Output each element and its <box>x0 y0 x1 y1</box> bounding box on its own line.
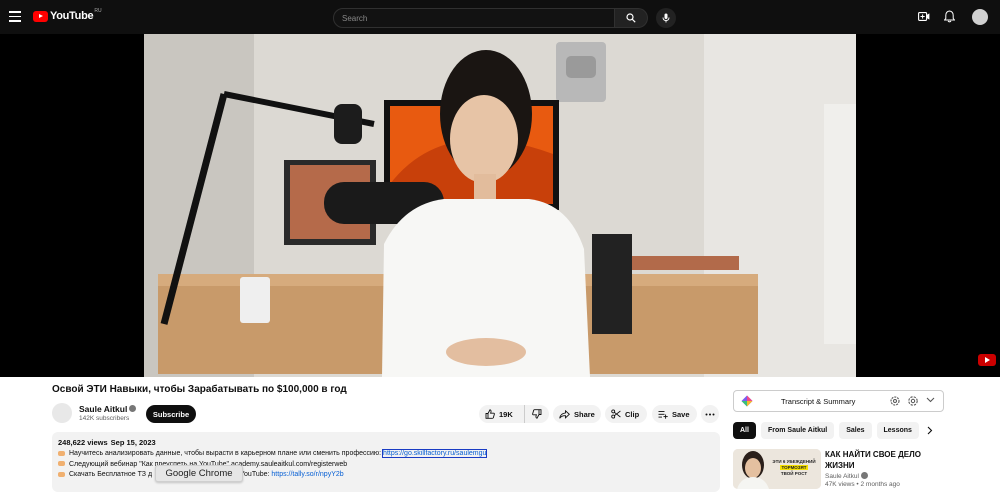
share-button[interactable]: Share <box>553 405 601 423</box>
google-chrome-tooltip: Google Chrome <box>155 465 243 482</box>
video-player[interactable] <box>0 34 1000 377</box>
pointing-hand-emoji-icon <box>58 471 65 477</box>
video-title: Освой ЭТИ Навыки, чтобы Зарабатывать по … <box>52 384 347 395</box>
video-frame[interactable] <box>144 34 856 377</box>
thumbnail-caption: ЭТИ 6 УБЕЖДЕНИЙ ТОРМОЗЯТ ТВОЙ РОСТ <box>771 459 817 477</box>
pointing-hand-emoji-icon <box>58 450 65 456</box>
pointing-hand-emoji-icon <box>58 461 65 467</box>
more-actions-button[interactable] <box>701 405 719 423</box>
microphone-icon <box>662 13 670 23</box>
recommended-channel-name[interactable]: Saule Aitkul <box>825 473 859 480</box>
chip-sales[interactable]: Sales <box>839 422 872 439</box>
thumbnail-caption-highlight: ТОРМОЗЯТ <box>780 465 808 470</box>
verified-badge-icon <box>129 405 137 413</box>
like-count: 19K <box>499 409 513 419</box>
dislike-button[interactable] <box>525 405 549 423</box>
like-button[interactable]: 19K <box>479 405 525 423</box>
skillfactory-link[interactable]: https://go.skillfactory.ru/saulemgu <box>382 449 488 458</box>
description-line3-text-b: YouTube: <box>238 471 272 478</box>
clip-label: Clip <box>625 409 640 419</box>
video-scene-image <box>144 34 856 377</box>
hamburger-menu-icon[interactable] <box>9 11 21 23</box>
view-count: 248,622 views <box>58 438 108 447</box>
description-line1-text: Научитесь анализировать данные, чтобы вы… <box>69 450 384 457</box>
search-input[interactable] <box>333 8 615 28</box>
share-arrow-icon <box>559 409 570 419</box>
tally-link[interactable]: https://tally.so/r/npyY2b <box>271 471 343 478</box>
channel-avatar[interactable] <box>52 403 72 423</box>
save-button[interactable]: Save <box>652 405 697 423</box>
share-label: Share <box>574 409 595 419</box>
recommended-video-thumbnail[interactable]: ЭТИ 6 УБЕЖДЕНИЙ ТОРМОЗЯТ ТВОЙ РОСТ <box>733 449 821 489</box>
voice-search-button[interactable] <box>656 8 676 28</box>
youtube-watermark-icon <box>978 354 996 366</box>
scissors-icon <box>611 409 621 419</box>
upload-date: Sep 15, 2023 <box>110 438 156 447</box>
thumbs-down-icon <box>532 409 542 419</box>
recommended-video-channel[interactable]: Saule Aitkul <box>825 472 868 480</box>
region-label: RU <box>94 8 102 14</box>
recommended-video-meta: 47K views • 2 months ago <box>825 481 900 488</box>
more-horizontal-icon <box>705 413 715 415</box>
channel-name[interactable]: Saule Aitkul <box>79 404 137 414</box>
youtube-logo[interactable]: YouTube RU <box>33 8 102 22</box>
ai-settings-icon[interactable] <box>889 395 901 407</box>
extension-logo-icon <box>741 395 753 407</box>
top-bar: YouTube RU <box>0 0 1000 34</box>
channel-name-text[interactable]: Saule Aitkul <box>79 404 127 414</box>
subscribe-button[interactable]: Subscribe <box>146 405 196 423</box>
logo-text: YouTube <box>50 10 94 22</box>
thumbnail-caption-line: ТВОЙ РОСТ <box>780 471 808 476</box>
search-bar <box>333 8 648 28</box>
transcript-summary-label: Transcript & Summary <box>781 396 856 406</box>
like-dislike-group: 19K <box>479 405 549 423</box>
save-label: Save <box>672 409 690 419</box>
create-video-icon[interactable] <box>918 11 930 22</box>
search-icon <box>626 13 636 23</box>
recommended-video-title[interactable]: КАК НАЙТИ СВОЕ ДЕЛО ЖИЗНИ <box>825 449 945 471</box>
search-button[interactable] <box>615 8 648 28</box>
subscriber-count: 142K subscribers <box>79 415 130 422</box>
thumbs-up-icon <box>485 409 495 419</box>
chip-lessons[interactable]: Lessons <box>876 422 919 439</box>
description-line: Научитесь анализировать данные, чтобы вы… <box>58 449 714 460</box>
description-box[interactable]: 248,622 views Sep 15, 2023 Научитесь анал… <box>52 432 720 492</box>
transcript-summary-extension[interactable]: Transcript & Summary <box>733 390 944 412</box>
account-avatar[interactable] <box>972 9 988 25</box>
recommendation-filter-chips: All From Saule Aitkul Sales Lessons <box>733 422 919 439</box>
chevron-down-icon[interactable] <box>926 397 935 403</box>
settings-gear-icon[interactable] <box>907 395 919 407</box>
description-meta: 248,622 views Sep 15, 2023 <box>58 438 714 447</box>
youtube-play-icon <box>33 10 48 22</box>
save-playlist-icon <box>658 410 668 419</box>
chip-all[interactable]: All <box>733 422 756 439</box>
notifications-bell-icon[interactable] <box>944 10 955 23</box>
chip-from-channel[interactable]: From Saule Aitkul <box>760 422 835 439</box>
verified-badge-icon <box>860 472 868 479</box>
description-line3-text-a: Скачать Бесплатное ТЗ д <box>69 471 153 478</box>
clip-button[interactable]: Clip <box>605 405 647 423</box>
chevron-right-icon[interactable] <box>927 426 933 435</box>
